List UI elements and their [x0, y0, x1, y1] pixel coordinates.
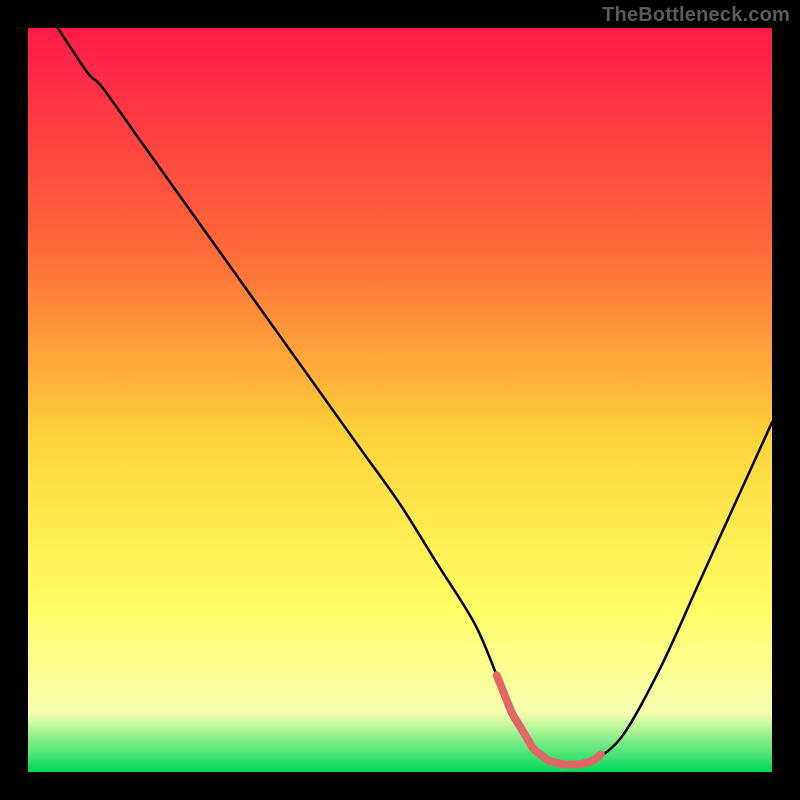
watermark-text: TheBottleneck.com	[602, 4, 790, 27]
chart-stage: TheBottleneck.com	[0, 0, 800, 800]
bottleneck-curve-chart	[0, 0, 800, 800]
